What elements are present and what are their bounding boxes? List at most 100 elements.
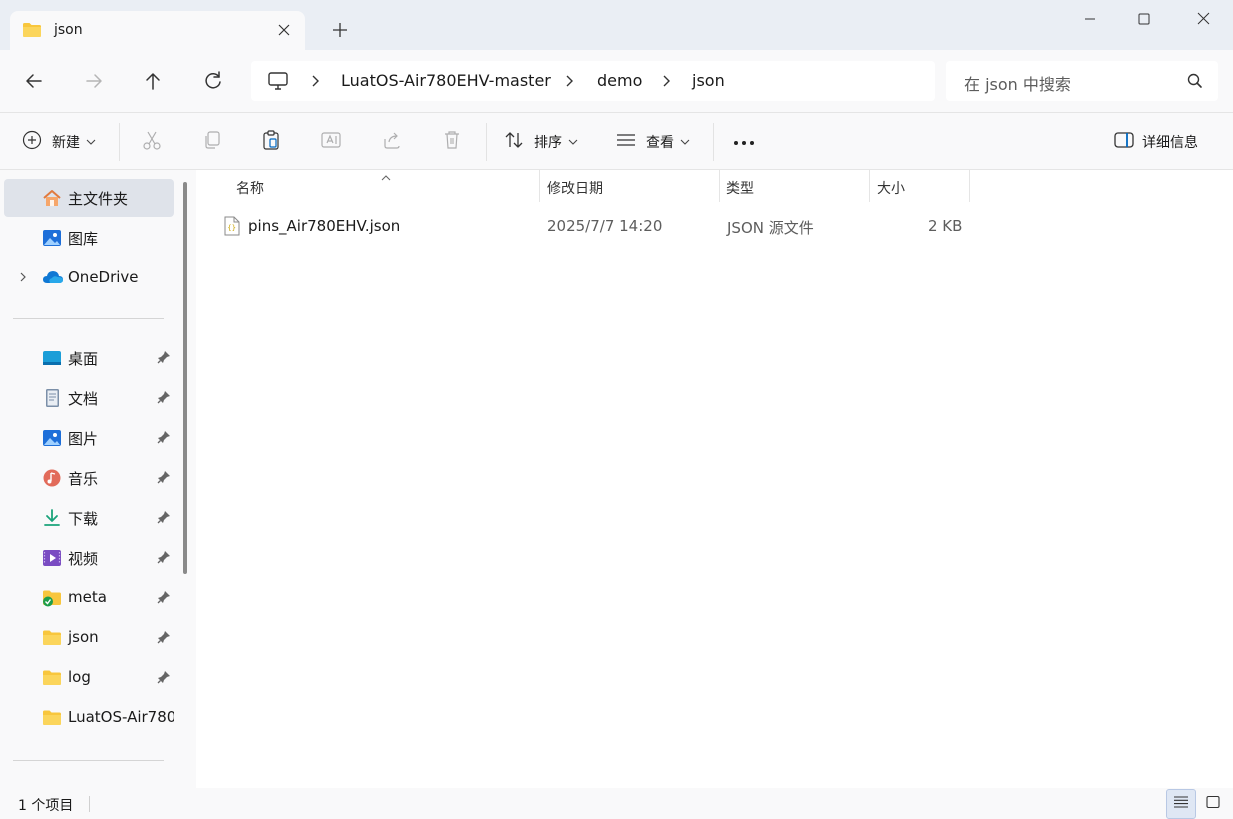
more-options-button[interactable]: [733, 130, 755, 154]
scissors-icon: [141, 129, 163, 155]
chevron-down-icon: [680, 134, 690, 150]
pin-icon[interactable]: [157, 350, 171, 368]
close-icon[interactable]: [274, 21, 294, 41]
svg-text:{}: {}: [227, 224, 236, 232]
sidebar-item-meta[interactable]: meta: [4, 579, 174, 617]
close-icon[interactable]: [1180, 6, 1226, 34]
sidebar-item-label: 下载: [68, 510, 99, 528]
column-header-modified[interactable]: 修改日期: [547, 178, 603, 198]
cut-button[interactable]: [141, 130, 163, 154]
forward-arrow-icon[interactable]: [79, 68, 109, 94]
pin-icon[interactable]: [157, 670, 171, 688]
sidebar-scrollbar[interactable]: [183, 182, 187, 574]
sidebar-item-onedrive[interactable]: OneDrive: [4, 259, 174, 297]
rename-button[interactable]: [320, 130, 342, 154]
large-icons-view-button[interactable]: [1198, 789, 1228, 819]
sidebar-item-label: 图片: [68, 430, 99, 448]
chevron-right-icon[interactable]: [18, 271, 28, 287]
file-type: JSON 源文件: [727, 219, 814, 237]
sidebar-item-label: 图库: [68, 230, 99, 248]
breadcrumb-item[interactable]: json: [692, 71, 725, 90]
sidebar-item-label: log: [68, 668, 91, 686]
column-header-name[interactable]: 名称: [236, 178, 264, 198]
file-modified: 2025/7/7 14:20: [547, 217, 663, 235]
sidebar-item-pictures[interactable]: 图片: [4, 419, 174, 457]
sidebar-item-label: OneDrive: [68, 268, 139, 286]
breadcrumb-item[interactable]: LuatOS-Air780EHV-master: [341, 71, 551, 90]
copy-icon: [201, 129, 223, 155]
computer-icon[interactable]: [267, 71, 289, 95]
column-divider[interactable]: [869, 170, 870, 202]
sidebar-item-label: LuatOS-Air780: [68, 708, 174, 726]
address-bar[interactable]: LuatOS-Air780EHV-master demo json: [251, 61, 935, 101]
new-label: 新建: [52, 135, 80, 151]
column-divider[interactable]: [539, 170, 540, 202]
divider: [486, 123, 487, 161]
sidebar-item-music[interactable]: 音乐: [4, 459, 174, 497]
share-button[interactable]: [381, 130, 403, 154]
column-header-size[interactable]: 大小: [877, 178, 905, 198]
json-file-icon: {}: [224, 216, 240, 240]
column-divider[interactable]: [719, 170, 720, 202]
up-arrow-icon[interactable]: [138, 68, 168, 94]
plus-icon[interactable]: [326, 20, 354, 44]
sidebar-item-home[interactable]: 主文件夹: [4, 179, 174, 217]
share-icon: [381, 129, 403, 155]
plus-circle-icon: [22, 130, 42, 154]
column-header-type[interactable]: 类型: [726, 178, 754, 198]
maximize-icon[interactable]: [1121, 6, 1167, 34]
pin-icon[interactable]: [157, 430, 171, 448]
search-input[interactable]: 在 json 中搜索: [946, 61, 1218, 101]
clipboard-icon: [260, 129, 282, 155]
chevron-right-icon[interactable]: [564, 72, 576, 90]
folder-synced-icon: [42, 589, 62, 607]
divider: [713, 123, 714, 161]
paste-button[interactable]: [260, 130, 282, 154]
chevron-right-icon[interactable]: [661, 72, 673, 90]
pin-icon[interactable]: [157, 550, 171, 568]
sort-ascending-icon: [380, 170, 392, 186]
pin-icon[interactable]: [157, 510, 171, 528]
sidebar-item-json[interactable]: json: [4, 619, 174, 657]
sidebar-item-desktop[interactable]: 桌面: [4, 339, 174, 377]
sidebar-item-label: 桌面: [68, 350, 99, 368]
sidebar-item-luatos[interactable]: LuatOS-Air780: [4, 699, 174, 737]
file-list: 名称 修改日期 类型 大小 {} pins_Air780EHV.json 202…: [196, 170, 1233, 788]
details-pane-button[interactable]: 详细信息: [1114, 130, 1198, 154]
sidebar-item-label: 视频: [68, 550, 99, 568]
navigation-pane: 主文件夹 图库 OneDrive 桌面 文档 图片 音乐 下载 视频 meta …: [0, 170, 176, 788]
folder-icon: [42, 629, 62, 647]
tab-json[interactable]: json: [10, 11, 305, 50]
gallery-icon: [42, 229, 62, 247]
search-icon[interactable]: [1186, 72, 1204, 94]
delete-button[interactable]: [441, 130, 463, 154]
table-row[interactable]: {} pins_Air780EHV.json 2025/7/7 14:20 JS…: [196, 206, 976, 246]
refresh-icon[interactable]: [198, 68, 228, 94]
new-button[interactable]: 新建: [22, 130, 96, 154]
sidebar-item-gallery[interactable]: 图库: [4, 219, 174, 257]
sidebar-item-documents[interactable]: 文档: [4, 379, 174, 417]
pin-icon[interactable]: [157, 390, 171, 408]
details-pane-icon: [1114, 131, 1134, 153]
pin-icon[interactable]: [157, 470, 171, 488]
sidebar-item-label: 音乐: [68, 470, 99, 488]
sidebar-item-log[interactable]: log: [4, 659, 174, 697]
chevron-down-icon: [568, 134, 578, 150]
sort-button[interactable]: 排序: [504, 130, 578, 154]
copy-button[interactable]: [201, 130, 223, 154]
divider: [119, 123, 120, 161]
sidebar-item-downloads[interactable]: 下载: [4, 499, 174, 537]
details-view-button[interactable]: [1166, 789, 1196, 819]
chevron-right-icon[interactable]: [310, 72, 322, 90]
desktop-icon: [42, 349, 62, 367]
pin-icon[interactable]: [157, 590, 171, 608]
back-arrow-icon[interactable]: [19, 68, 49, 94]
view-button[interactable]: 查看: [616, 130, 690, 154]
details-view-icon: [1173, 795, 1189, 813]
column-divider[interactable]: [969, 170, 970, 202]
sidebar-item-videos[interactable]: 视频: [4, 539, 174, 577]
pin-icon[interactable]: [157, 630, 171, 648]
breadcrumb-item[interactable]: demo: [597, 71, 642, 90]
minimize-icon[interactable]: [1067, 6, 1113, 34]
divider: [13, 760, 164, 761]
